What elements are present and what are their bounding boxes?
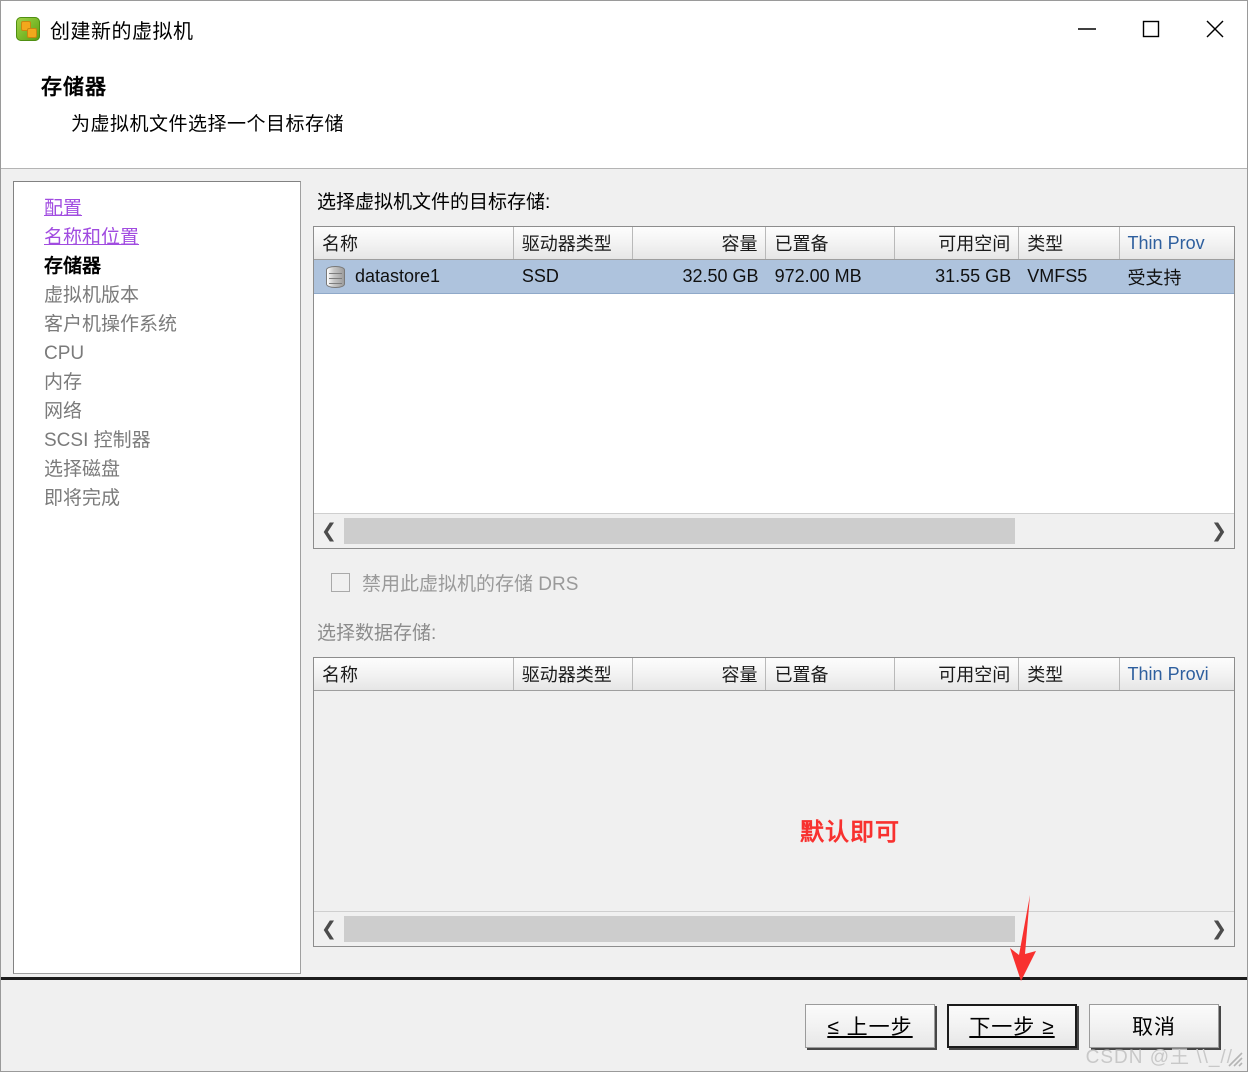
column-header-drive-type[interactable]: 驱动器类型	[514, 227, 633, 259]
chevron-left-icon[interactable]: ❮	[314, 514, 344, 548]
column-header-capacity[interactable]: 容量	[633, 227, 766, 259]
sidebar-item-scsi-controller: SCSI 控制器	[44, 426, 300, 455]
window-controls	[1055, 1, 1247, 57]
cell-capacity: 32.50 GB	[633, 266, 766, 287]
vm-icon	[16, 17, 40, 41]
scrollbar-track[interactable]	[344, 912, 1204, 946]
cell-name: datastore1	[355, 266, 440, 287]
wizard-step-list: 配置 名称和位置 存储器 虚拟机版本 客户机操作系统 CPU 内存 网络 SCS…	[13, 181, 301, 974]
datastore-icon	[326, 266, 345, 288]
column-header-type[interactable]: 类型	[1019, 227, 1119, 259]
wizard-footer: ≤ 上一步 下一步 ≥ 取消 CSDN @王 \\_//	[1, 977, 1247, 1071]
column-header-thin-provisioning-2[interactable]: Thin Provi	[1120, 658, 1234, 690]
chevron-right-icon[interactable]: ❯	[1204, 514, 1234, 548]
cluster-table-body	[314, 691, 1234, 911]
chevron-right-icon[interactable]: ❯	[1204, 912, 1234, 946]
back-button[interactable]: ≤ 上一步	[805, 1004, 935, 1048]
cluster-table-header: 名称 驱动器类型 容量 已置备 可用空间 类型 Thin Provi	[314, 658, 1234, 691]
column-header-provisioned[interactable]: 已置备	[766, 227, 895, 259]
cluster-datastore-table: 名称 驱动器类型 容量 已置备 可用空间 类型 Thin Provi ❮ ❯	[313, 657, 1235, 947]
cluster-section-label: 选择数据存储:	[317, 618, 1235, 645]
storage-content: 选择虚拟机文件的目标存储: 名称 驱动器类型 容量 已置备 可用空间 类型 Th…	[313, 181, 1235, 977]
sidebar-item-vm-version: 虚拟机版本	[44, 281, 300, 310]
resize-grip[interactable]	[1226, 1050, 1244, 1068]
datastore-table-header: 名称 驱动器类型 容量 已置备 可用空间 类型 Thin Prov	[314, 227, 1234, 260]
sidebar-item-ready-to-complete: 即将完成	[44, 484, 300, 513]
column-header-free-space-2[interactable]: 可用空间	[895, 658, 1019, 690]
table-row[interactable]: datastore1 SSD 32.50 GB 972.00 MB 31.55 …	[314, 260, 1234, 294]
create-vm-wizard-window: 创建新的虚拟机 存储器 为虚拟机文件选择一个目标存储 配置 名称和位置 存储器 …	[0, 0, 1248, 1072]
column-header-drive-type-2[interactable]: 驱动器类型	[514, 658, 633, 690]
sidebar-item-storage[interactable]: 存储器	[44, 252, 300, 281]
scrollbar-thumb[interactable]	[344, 916, 1015, 942]
title-bar: 创建新的虚拟机	[1, 1, 1247, 57]
cell-drive-type: SSD	[514, 266, 633, 287]
scrollbar-track[interactable]	[344, 514, 1204, 548]
cell-type: VMFS5	[1019, 266, 1119, 287]
datastore-section-label: 选择虚拟机文件的目标存储:	[317, 187, 1235, 214]
sidebar-item-memory: 内存	[44, 368, 300, 397]
column-header-type-2[interactable]: 类型	[1019, 658, 1119, 690]
column-header-provisioned-2[interactable]: 已置备	[766, 658, 895, 690]
maximize-icon[interactable]	[1119, 1, 1183, 57]
cluster-table-hscrollbar[interactable]: ❮ ❯	[314, 911, 1234, 946]
window-title: 创建新的虚拟机	[50, 15, 194, 44]
datastore-table-hscrollbar[interactable]: ❮ ❯	[314, 513, 1234, 548]
datastore-table: 名称 驱动器类型 容量 已置备 可用空间 类型 Thin Prov	[313, 226, 1235, 549]
disable-storage-drs-label: 禁用此虚拟机的存储 DRS	[362, 569, 578, 596]
sidebar-item-configuration[interactable]: 配置	[44, 194, 82, 223]
next-button[interactable]: 下一步 ≥	[947, 1004, 1077, 1048]
sidebar-item-select-disk: 选择磁盘	[44, 455, 300, 484]
close-icon[interactable]	[1183, 1, 1247, 57]
minimize-icon[interactable]	[1055, 1, 1119, 57]
watermark: CSDN @王 \\_//	[1086, 1042, 1233, 1069]
column-header-name-2[interactable]: 名称	[314, 658, 514, 690]
scrollbar-thumb[interactable]	[344, 518, 1015, 544]
wizard-body: 配置 名称和位置 存储器 虚拟机版本 客户机操作系统 CPU 内存 网络 SCS…	[1, 169, 1247, 977]
column-header-name[interactable]: 名称	[314, 227, 514, 259]
sidebar-item-guest-os: 客户机操作系统	[44, 310, 300, 339]
sidebar-item-name-and-location[interactable]: 名称和位置	[44, 223, 139, 252]
page-title: 存储器	[41, 71, 1247, 101]
sidebar-item-network: 网络	[44, 397, 300, 426]
annotation-text: 默认即可	[800, 812, 900, 847]
page-subtitle: 为虚拟机文件选择一个目标存储	[71, 109, 1247, 136]
cancel-button[interactable]: 取消	[1089, 1004, 1219, 1048]
chevron-left-icon[interactable]: ❮	[314, 912, 344, 946]
datastore-table-body: datastore1 SSD 32.50 GB 972.00 MB 31.55 …	[314, 260, 1234, 513]
column-header-free-space[interactable]: 可用空间	[895, 227, 1019, 259]
page-header: 存储器 为虚拟机文件选择一个目标存储	[1, 57, 1247, 169]
disable-storage-drs-checkbox-row[interactable]: 禁用此虚拟机的存储 DRS	[331, 569, 1235, 596]
cell-thin-provisioning: 受支持	[1119, 264, 1233, 290]
column-header-capacity-2[interactable]: 容量	[633, 658, 766, 690]
cell-free-space: 31.55 GB	[895, 266, 1019, 287]
sidebar-item-cpu: CPU	[44, 339, 300, 368]
column-header-thin-provisioning[interactable]: Thin Prov	[1120, 227, 1234, 259]
disable-storage-drs-checkbox[interactable]	[331, 573, 350, 592]
cell-provisioned: 972.00 MB	[767, 266, 896, 287]
